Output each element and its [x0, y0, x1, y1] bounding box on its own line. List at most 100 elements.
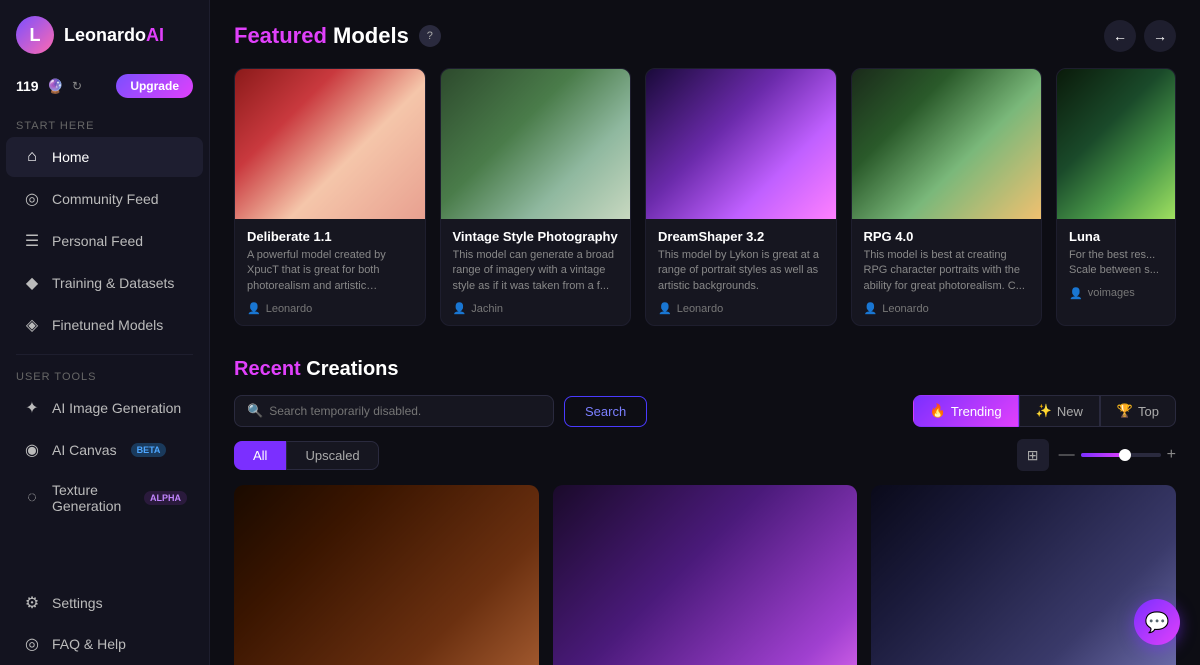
overlay-expand-2[interactable]: ⊞: [1072, 493, 1100, 521]
model-author-3: 👤 Leonardo: [864, 302, 1030, 315]
model-thumb-0: [235, 69, 425, 219]
sidebar-item-personal-feed[interactable]: ☰ Personal Feed: [6, 221, 203, 261]
size-control: — +: [1059, 446, 1176, 464]
home-icon: ⌂: [22, 147, 42, 167]
app-name: LeonardoAI: [64, 25, 164, 46]
finetuned-icon: ◈: [22, 315, 42, 335]
author-name-2: Leonardo: [677, 303, 724, 315]
featured-nav-prev[interactable]: ←: [1104, 20, 1136, 52]
community-icon: ◎: [22, 189, 42, 209]
model-author-0: 👤 Leonardo: [247, 302, 413, 315]
model-desc-4: For the best res... Scale between s...: [1069, 248, 1163, 279]
search-wrapper: 🔍: [234, 395, 554, 427]
trending-tab[interactable]: 🔥 Trending: [913, 395, 1019, 427]
size-slider-thumb: [1119, 449, 1131, 461]
featured-nav-next[interactable]: →: [1144, 20, 1176, 52]
upgrade-button[interactable]: Upgrade: [116, 74, 193, 98]
author-icon-4: 👤: [1069, 287, 1083, 300]
search-button[interactable]: Search: [564, 396, 647, 427]
model-name-2: DreamShaper 3.2: [658, 229, 824, 244]
recent-creations-section: Recent Creations 🔍 Search 🔥 Trending ✨ N…: [210, 342, 1200, 665]
featured-models-section: Featured Models ? ← → Deliberate 1.1 A p…: [210, 0, 1200, 342]
new-icon: ✨: [1036, 403, 1052, 419]
sidebar-item-home[interactable]: ⌂ Home: [6, 137, 203, 177]
ai-image-icon: ✦: [22, 398, 42, 418]
sidebar-bottom: ⚙ Settings ◎ FAQ & Help: [0, 582, 209, 665]
size-slider[interactable]: [1081, 453, 1161, 457]
faq-icon: ◎: [22, 634, 42, 654]
author-icon-3: 👤: [864, 302, 878, 315]
author-name-0: Leonardo: [266, 303, 313, 315]
author-icon-0: 👤: [247, 302, 261, 315]
sidebar-personal-label: Personal Feed: [52, 233, 143, 249]
featured-help-icon[interactable]: ?: [419, 25, 441, 47]
model-card-1[interactable]: Vintage Style Photography This model can…: [440, 68, 632, 326]
top-tab[interactable]: 🏆 Top: [1100, 395, 1176, 427]
model-card-2[interactable]: DreamShaper 3.2 This model by Lykon is g…: [645, 68, 837, 326]
ai-canvas-badge: BETA: [131, 443, 167, 457]
search-filter-row: 🔍 Search 🔥 Trending ✨ New 🏆 Top: [234, 395, 1176, 427]
size-slider-fill: [1081, 453, 1125, 457]
personal-icon: ☰: [22, 231, 42, 251]
sidebar-item-ai-canvas[interactable]: ◉ AI Canvas BETA: [6, 430, 203, 470]
top-icon: 🏆: [1117, 403, 1133, 419]
overlay-expand-0[interactable]: ⊞: [435, 493, 463, 521]
overlay-fullscreen-1[interactable]: ⛶: [821, 493, 849, 521]
ai-canvas-icon: ◉: [22, 440, 42, 460]
start-here-label: Start Here: [0, 112, 209, 136]
overlay-fullscreen-0[interactable]: ⛶: [503, 493, 531, 521]
token-refresh-icon[interactable]: ↻: [72, 79, 82, 93]
model-name-0: Deliberate 1.1: [247, 229, 413, 244]
sidebar-item-ai-image[interactable]: ✦ AI Image Generation: [6, 388, 203, 428]
model-author-1: 👤 Jachin: [453, 302, 619, 315]
chat-button[interactable]: 💬: [1134, 599, 1180, 645]
image-card-0[interactable]: ⊞ ✎ ⛶: [234, 485, 539, 665]
model-info-1: Vintage Style Photography This model can…: [441, 219, 631, 325]
sidebar-item-community-feed[interactable]: ◎ Community Feed: [6, 179, 203, 219]
model-thumb-2: [646, 69, 836, 219]
author-icon-1: 👤: [453, 302, 467, 315]
size-decrease-button[interactable]: —: [1059, 446, 1075, 464]
recent-title-highlight: Recent: [234, 358, 301, 380]
overlay-edit-2[interactable]: ✎: [1106, 493, 1134, 521]
overlay-edit-0[interactable]: ✎: [469, 493, 497, 521]
model-card-0[interactable]: Deliberate 1.1 A powerful model created …: [234, 68, 426, 326]
filter-tabs: All Upscaled: [234, 441, 379, 470]
filter-upscaled-tab[interactable]: Upscaled: [286, 441, 378, 470]
sidebar-item-faq[interactable]: ◎ FAQ & Help: [6, 624, 203, 664]
sidebar-training-label: Training & Datasets: [52, 275, 174, 291]
sidebar: L LeonardoAI 119 🔮 ↻ Upgrade Start Here …: [0, 0, 210, 665]
overlay-expand-1[interactable]: ⊞: [753, 493, 781, 521]
image-card-1[interactable]: ⊞ ✎ ⛶: [553, 485, 858, 665]
sidebar-settings-label: Settings: [52, 595, 103, 611]
sidebar-item-finetuned[interactable]: ◈ Finetuned Models: [6, 305, 203, 345]
author-name-1: Jachin: [471, 303, 503, 315]
featured-nav-arrows: ← →: [1104, 20, 1176, 52]
sidebar-finetuned-label: Finetuned Models: [52, 317, 163, 333]
model-desc-0: A powerful model created by XpucT that i…: [247, 248, 413, 294]
model-card-4[interactable]: Luna For the best res... Scale between s…: [1056, 68, 1176, 326]
image-card-2[interactable]: ⊞ ✎ ⛶: [871, 485, 1176, 665]
overlay-fullscreen-2[interactable]: ⛶: [1140, 493, 1168, 521]
author-name-3: Leonardo: [882, 303, 929, 315]
sidebar-logo: L LeonardoAI: [0, 0, 209, 66]
search-input[interactable]: [269, 404, 541, 418]
sidebar-item-texture[interactable]: ◌ Texture Generation ALPHA: [6, 472, 203, 524]
model-info-4: Luna For the best res... Scale between s…: [1057, 219, 1175, 310]
sidebar-item-settings[interactable]: ⚙ Settings: [6, 583, 203, 623]
model-info-3: RPG 4.0 This model is best at creating R…: [852, 219, 1042, 325]
featured-title-normal: Models: [327, 23, 409, 48]
new-label: New: [1057, 404, 1083, 419]
sidebar-community-label: Community Feed: [52, 191, 159, 207]
overlay-edit-1[interactable]: ✎: [787, 493, 815, 521]
size-increase-button[interactable]: +: [1167, 446, 1176, 464]
models-grid: Deliberate 1.1 A powerful model created …: [234, 68, 1176, 326]
new-tab[interactable]: ✨ New: [1019, 395, 1100, 427]
images-grid: ⊞ ✎ ⛶ ⊞ ✎ ⛶ ⊞ ✎ ⛶: [234, 485, 1176, 665]
sidebar-item-training[interactable]: ◆ Training & Datasets: [6, 263, 203, 303]
model-name-4: Luna: [1069, 229, 1163, 244]
model-card-3[interactable]: RPG 4.0 This model is best at creating R…: [851, 68, 1043, 326]
grid-view-button[interactable]: ⊞: [1017, 439, 1049, 471]
filter-all-tab[interactable]: All: [234, 441, 286, 470]
view-controls: ⊞ — +: [1017, 439, 1176, 471]
